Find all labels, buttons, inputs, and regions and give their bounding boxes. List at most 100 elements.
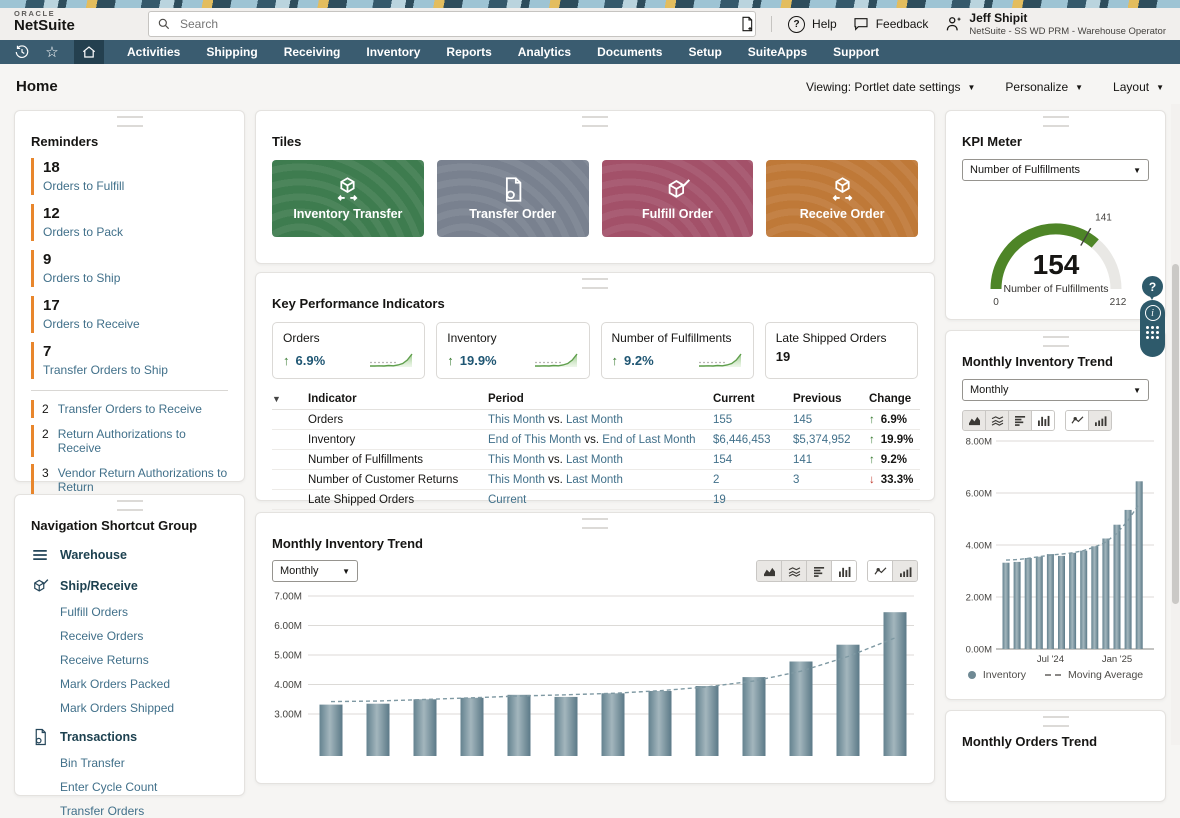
layout-dropdown[interactable]: Layout▼ — [1113, 80, 1164, 94]
shortcut-group-warehouse[interactable]: Warehouse — [15, 546, 244, 564]
recent-records-button[interactable] — [8, 40, 36, 64]
shortcut-link-mark-orders-shipped[interactable]: Mark Orders Shipped — [15, 701, 244, 715]
shortcut-link-enter-cycle-count[interactable]: Enter Cycle Count — [15, 780, 244, 794]
chart-type-hbars-button[interactable] — [807, 561, 832, 581]
range-select[interactable]: Monthly▼ — [962, 379, 1149, 401]
period-link[interactable]: Last Month — [566, 414, 623, 426]
period-link[interactable]: This Month — [488, 454, 545, 466]
previous-value-link[interactable]: 141 — [793, 454, 812, 466]
global-search[interactable] — [148, 11, 756, 37]
apps-grid-icon[interactable] — [1146, 326, 1159, 339]
period-link[interactable]: End of Last Month — [602, 434, 695, 446]
reminder-link[interactable]: Orders to Fulfill — [43, 179, 228, 193]
reminder-item[interactable]: 7Transfer Orders to Ship — [31, 342, 228, 379]
reminder-link[interactable]: Vendor Return Authorizations to Return — [58, 466, 228, 494]
tile-receive-order[interactable]: Receive Order — [766, 160, 918, 237]
nav-item-suiteapps[interactable]: SuiteApps — [735, 40, 820, 64]
shortcut-link-receive-orders[interactable]: Receive Orders — [15, 629, 244, 643]
chart-type-rising-button[interactable] — [893, 561, 917, 581]
netsuite-logo[interactable]: ORACLE NetSuite — [14, 10, 75, 34]
previous-value-link[interactable]: $5,374,952 — [793, 434, 851, 446]
previous-value-link[interactable]: 3 — [793, 474, 799, 486]
kpi-card-inventory[interactable]: Inventory↑19.9% — [436, 322, 589, 379]
kpi-card-late-shipped-orders[interactable]: Late Shipped Orders19 — [765, 322, 918, 379]
period-link[interactable]: End of This Month — [488, 434, 581, 446]
tile-transfer-order[interactable]: Transfer Order — [437, 160, 589, 237]
shortcut-link-bin-transfer[interactable]: Bin Transfer — [15, 756, 244, 770]
help-pin-button[interactable]: ? — [1142, 276, 1163, 297]
drag-handle[interactable] — [1043, 716, 1069, 727]
nav-item-analytics[interactable]: Analytics — [505, 40, 584, 64]
tile-fulfill-order[interactable]: Fulfill Order — [602, 160, 754, 237]
shortcuts-button[interactable]: ☆ — [38, 40, 66, 64]
reminder-link[interactable]: Return Authorizations to Receive — [58, 427, 228, 455]
period-link[interactable]: This Month — [488, 414, 545, 426]
nav-item-setup[interactable]: Setup — [675, 40, 734, 64]
reminder-item[interactable]: 3Vendor Return Authorizations to Return — [31, 464, 228, 496]
period-link[interactable]: Last Month — [566, 454, 623, 466]
nav-item-activities[interactable]: Activities — [114, 40, 193, 64]
shortcut-group-ship-receive[interactable]: Ship/Receive — [15, 577, 244, 595]
chart-type-area-button[interactable] — [963, 411, 986, 430]
current-value-link[interactable]: 154 — [713, 454, 732, 466]
period-link[interactable]: Last Month — [566, 474, 623, 486]
reminder-link[interactable]: Transfer Orders to Ship — [43, 363, 228, 377]
period-link[interactable]: This Month — [488, 474, 545, 486]
drag-handle[interactable] — [582, 278, 608, 289]
shortcut-link-fulfill-orders[interactable]: Fulfill Orders — [15, 605, 244, 619]
range-select[interactable]: Monthly▼ — [272, 560, 358, 582]
current-value-link[interactable]: 2 — [713, 474, 719, 486]
kpi-card-orders[interactable]: Orders↑6.9% — [272, 322, 425, 379]
search-input[interactable] — [178, 16, 747, 32]
chart-type-line-button[interactable] — [1066, 411, 1089, 430]
drag-handle[interactable] — [117, 500, 143, 511]
drag-handle[interactable] — [117, 116, 143, 127]
shortcut-link-receive-returns[interactable]: Receive Returns — [15, 653, 244, 667]
personalize-dropdown[interactable]: Personalize▼ — [1005, 80, 1083, 94]
chart-type-hbars-button[interactable] — [1009, 411, 1032, 430]
help-button[interactable]: ?Help — [788, 16, 837, 33]
chart-type-lines-button[interactable] — [782, 561, 807, 581]
chart-type-lines-button[interactable] — [986, 411, 1009, 430]
reminder-item[interactable]: 17Orders to Receive — [31, 296, 228, 333]
kpi-meter-select[interactable]: Number of Fulfillments▼ — [962, 159, 1149, 181]
current-value-link[interactable]: 155 — [713, 414, 732, 426]
kpi-card-number-of-fulfillments[interactable]: Number of Fulfillments↑9.2% — [601, 322, 754, 379]
period-link[interactable]: Current — [488, 494, 526, 506]
drag-handle[interactable] — [1043, 116, 1069, 127]
current-value-link[interactable]: 19 — [713, 494, 726, 506]
viewing-dropdown[interactable]: Viewing: Portlet date settings▼ — [806, 80, 975, 94]
chart-type-rising-button[interactable] — [1089, 411, 1111, 430]
shortcut-group-transactions[interactable]: Transactions — [15, 728, 244, 746]
reminder-link[interactable]: Orders to Ship — [43, 271, 228, 285]
home-tab[interactable] — [74, 40, 104, 64]
nav-item-reports[interactable]: Reports — [433, 40, 504, 64]
nav-item-support[interactable]: Support — [820, 40, 892, 64]
reminder-item[interactable]: 12Orders to Pack — [31, 204, 228, 241]
reminder-item[interactable]: 18Orders to Fulfill — [31, 158, 228, 195]
nav-item-shipping[interactable]: Shipping — [193, 40, 270, 64]
shortcut-link-transfer-orders[interactable]: Transfer Orders — [15, 804, 244, 818]
nav-item-documents[interactable]: Documents — [584, 40, 675, 64]
chart-type-cols-button[interactable] — [832, 561, 856, 581]
scrollbar-track[interactable] — [1171, 104, 1180, 745]
sort-icon[interactable]: ▼ — [272, 394, 281, 404]
nav-item-receiving[interactable]: Receiving — [271, 40, 354, 64]
sort-header[interactable]: ▼ — [272, 389, 308, 410]
feedback-button[interactable]: Feedback — [853, 16, 929, 32]
chart-type-area-button[interactable] — [757, 561, 782, 581]
drag-handle[interactable] — [582, 116, 608, 127]
scrollbar-thumb[interactable] — [1172, 264, 1179, 604]
reminder-item[interactable]: 2Return Authorizations to Receive — [31, 425, 228, 457]
reminder-link[interactable]: Orders to Pack — [43, 225, 228, 239]
drag-handle[interactable] — [582, 518, 608, 529]
chart-type-cols-button[interactable] — [1032, 411, 1054, 430]
reminder-link[interactable]: Orders to Receive — [43, 317, 228, 331]
drag-handle[interactable] — [1043, 336, 1069, 347]
current-value-link[interactable]: $6,446,453 — [713, 434, 771, 446]
reminder-item[interactable]: 2Transfer Orders to Receive — [31, 400, 228, 418]
chart-type-line-button[interactable] — [868, 561, 893, 581]
previous-value-link[interactable]: 145 — [793, 414, 812, 426]
new-record-button[interactable] — [739, 16, 755, 32]
info-icon[interactable]: i — [1145, 305, 1161, 321]
